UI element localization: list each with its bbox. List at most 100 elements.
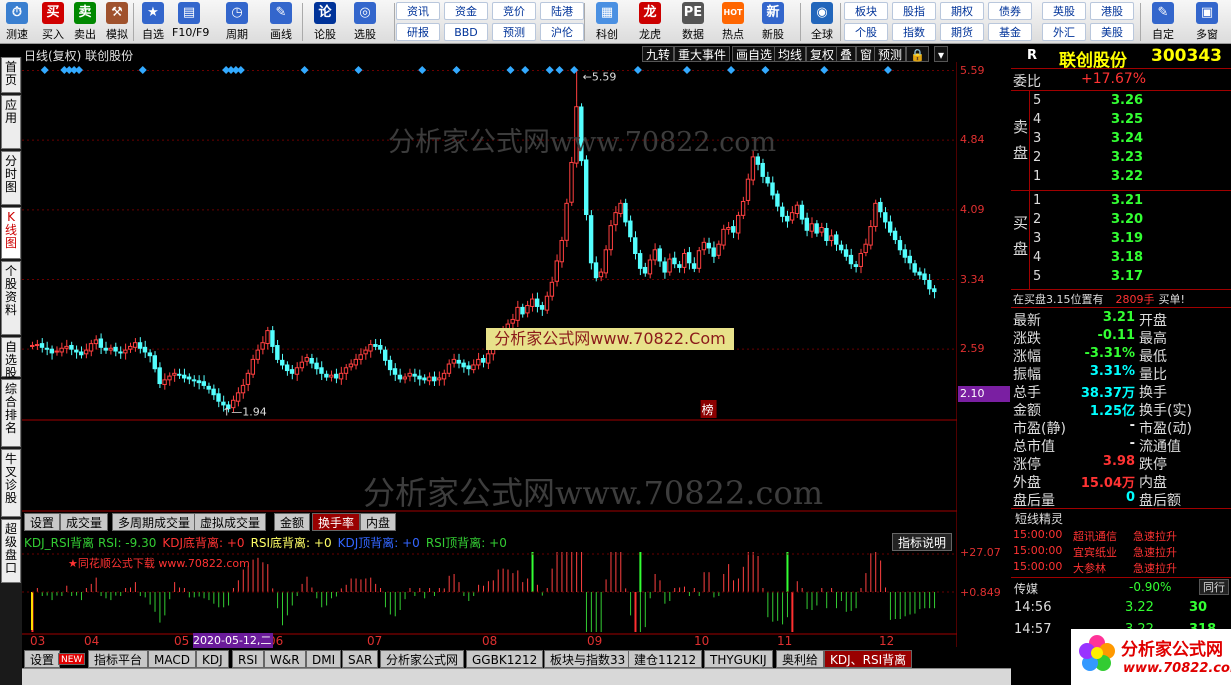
chart-header-button[interactable]: 预测 xyxy=(874,46,907,62)
sell-price[interactable]: 3.26 xyxy=(1111,93,1143,108)
toolbar-hammer-button[interactable]: ⚒ 模拟 xyxy=(100,2,134,42)
indicator-tab[interactable]: W&R xyxy=(264,650,306,668)
side-tab[interactable]: 牛叉诊股 xyxy=(1,449,21,517)
side-tab[interactable]: 个股资料 xyxy=(1,261,21,335)
buy-price[interactable]: 3.21 xyxy=(1111,193,1143,208)
toolbar-pe-button[interactable]: PE 数据 xyxy=(676,2,710,42)
toolbar-buy-button[interactable]: 买买入 xyxy=(36,2,70,42)
toolbar-link[interactable]: 研报 xyxy=(396,23,440,41)
candle xyxy=(858,253,863,267)
buy-price[interactable]: 3.19 xyxy=(1111,231,1143,246)
toolbar-label: 龙虎 xyxy=(639,28,661,41)
toolbar-clock-button[interactable]: ◷ 周期 xyxy=(220,2,254,42)
toolbar-link[interactable]: 竞价 xyxy=(492,2,536,20)
side-tab[interactable]: 分时图 xyxy=(1,151,21,205)
toolbar-link[interactable]: 板块 xyxy=(844,2,888,20)
indicator-tab[interactable]: GGBK1212 xyxy=(466,650,544,668)
indicator-tab[interactable]: KDJ、RSI背离 xyxy=(824,650,913,668)
chart-header-button[interactable]: 叠 xyxy=(836,46,857,62)
toolbar-link[interactable]: 港股 xyxy=(1090,2,1134,20)
buy-price[interactable]: 3.17 xyxy=(1111,269,1143,284)
sector-name[interactable]: 传媒 xyxy=(1014,580,1038,597)
indicator-tab[interactable]: 建仓11212 xyxy=(628,650,703,668)
toolbar-link[interactable]: BBD xyxy=(444,23,488,41)
indicator-tab[interactable]: SAR xyxy=(342,650,379,668)
toolbar-sell-button[interactable]: 卖卖出 xyxy=(68,2,102,42)
buy-price[interactable]: 3.18 xyxy=(1111,250,1143,265)
indicator-tab[interactable]: KDJ xyxy=(196,650,229,668)
sell-price[interactable]: 3.25 xyxy=(1111,112,1143,127)
volume-tab[interactable]: 内盘 xyxy=(360,513,397,531)
side-tab[interactable]: 自选股 xyxy=(1,337,21,380)
toolbar-link[interactable]: 股指 xyxy=(892,2,936,20)
indicator-tab[interactable]: THYGUKIJ xyxy=(704,650,773,668)
toolbar-link[interactable]: 基金 xyxy=(988,23,1032,41)
indicator-tab[interactable]: 指标平台 xyxy=(88,650,149,668)
volume-tab[interactable]: 设置 xyxy=(24,513,61,531)
chart-header-button[interactable]: 重大事件 xyxy=(674,46,731,62)
toolbar-f10-button[interactable]: ▤ F10/F9 xyxy=(172,2,209,42)
chevron-down-icon[interactable]: ▾ xyxy=(934,46,949,62)
side-tab[interactable]: 应用 xyxy=(1,95,21,149)
toolbar-link[interactable]: 美股 xyxy=(1090,23,1134,41)
indicator-tab[interactable]: DMI xyxy=(306,650,342,668)
chart-header-button[interactable]: 九转 xyxy=(642,46,675,62)
side-tab[interactable]: K线图 xyxy=(1,207,21,259)
sprite-stock[interactable]: 超讯通信 xyxy=(1073,528,1117,544)
sell-price[interactable]: 3.23 xyxy=(1111,150,1143,165)
candle xyxy=(240,384,246,394)
peer-button[interactable]: 同行 xyxy=(1199,579,1229,595)
toolbar-link[interactable]: 资讯 xyxy=(396,2,440,20)
chart-header-button[interactable]: 🔒 xyxy=(906,46,929,62)
toolbar-discuss-button[interactable]: 论论股 xyxy=(308,2,342,42)
side-tab[interactable]: 综合排名 xyxy=(1,379,21,447)
toolbar-newstock-button[interactable]: 新新股 xyxy=(756,2,790,42)
indicator-help-button[interactable]: 指标说明 xyxy=(892,533,952,551)
toolbar-link[interactable]: 期货 xyxy=(940,23,984,41)
toolbar-dragon-button[interactable]: 龙龙虎 xyxy=(633,2,667,42)
toolbar-pen-button[interactable]: ✎ 画线 xyxy=(264,2,298,42)
indicator-tab[interactable]: 板块与指数33 xyxy=(544,650,632,668)
toolbar-link[interactable]: 资金 xyxy=(444,2,488,20)
toolbar-globe-button[interactable]: ◉ 全球 xyxy=(805,2,839,42)
indicator-tab[interactable]: RSI xyxy=(232,650,264,668)
volume-tab[interactable]: 虚拟成交量 xyxy=(194,513,267,531)
sell-price[interactable]: 3.24 xyxy=(1111,131,1143,146)
indicator-tab[interactable]: 设置 xyxy=(24,650,61,668)
toolbar-link[interactable]: 指数 xyxy=(892,23,936,41)
toolbar-speed-button[interactable]: ⏱ 测速 xyxy=(0,2,34,42)
side-tab[interactable]: 超级盘口 xyxy=(1,519,21,583)
toolbar-kechuang-button[interactable]: ▦ 科创 xyxy=(590,2,624,42)
volume-tab[interactable]: 换手率 xyxy=(312,513,361,531)
indicator-tab[interactable]: 分析家公式网 xyxy=(380,650,465,668)
toolbar-star-button[interactable]: ★ 自选 xyxy=(136,2,170,42)
chart-header-button[interactable]: 均线 xyxy=(774,46,807,62)
indicator-tab[interactable]: MACD xyxy=(148,650,196,668)
side-tab[interactable]: 首页 xyxy=(1,57,21,93)
chart-header-button[interactable]: 复权 xyxy=(806,46,839,62)
sell-price[interactable]: 3.22 xyxy=(1111,169,1143,184)
chart-header-button[interactable]: 画自选 xyxy=(732,46,777,62)
toolbar-link[interactable]: 预测 xyxy=(492,23,536,41)
toolbar-hot-button[interactable]: HOT 热点 xyxy=(716,2,750,42)
toolbar-link[interactable]: 期权 xyxy=(940,2,984,20)
toolbar-custom-button[interactable]: ✎ 自定 xyxy=(1146,2,1180,42)
volume-tab[interactable]: 成交量 xyxy=(60,513,109,531)
toolbar-link[interactable]: 英股 xyxy=(1042,2,1086,20)
candle xyxy=(191,379,197,382)
stat-value: 38.37万 xyxy=(1080,386,1135,401)
toolbar-link[interactable]: 沪伦 xyxy=(540,23,584,41)
indicator-tab[interactable]: 奥利给 xyxy=(776,650,825,668)
buy-price[interactable]: 3.20 xyxy=(1111,212,1143,227)
toolbar-link[interactable]: 陆港 xyxy=(540,2,584,20)
toolbar-select-button[interactable]: ◎ 选股 xyxy=(348,2,382,42)
toolbar-multiwindow-button[interactable]: ▣ 多窗 xyxy=(1190,2,1224,42)
volume-tab[interactable]: 多周期成交量 xyxy=(112,513,197,531)
sprite-stock[interactable]: 宜宾纸业 xyxy=(1073,544,1117,560)
volume-tab[interactable]: 金额 xyxy=(274,513,311,531)
toolbar-link[interactable]: 外汇 xyxy=(1042,23,1086,41)
sprite-stock[interactable]: 大参林 xyxy=(1073,560,1106,576)
toolbar-link[interactable]: 个股 xyxy=(844,23,888,41)
chart-header-button[interactable]: 窗 xyxy=(856,46,877,62)
toolbar-link[interactable]: 债券 xyxy=(988,2,1032,20)
